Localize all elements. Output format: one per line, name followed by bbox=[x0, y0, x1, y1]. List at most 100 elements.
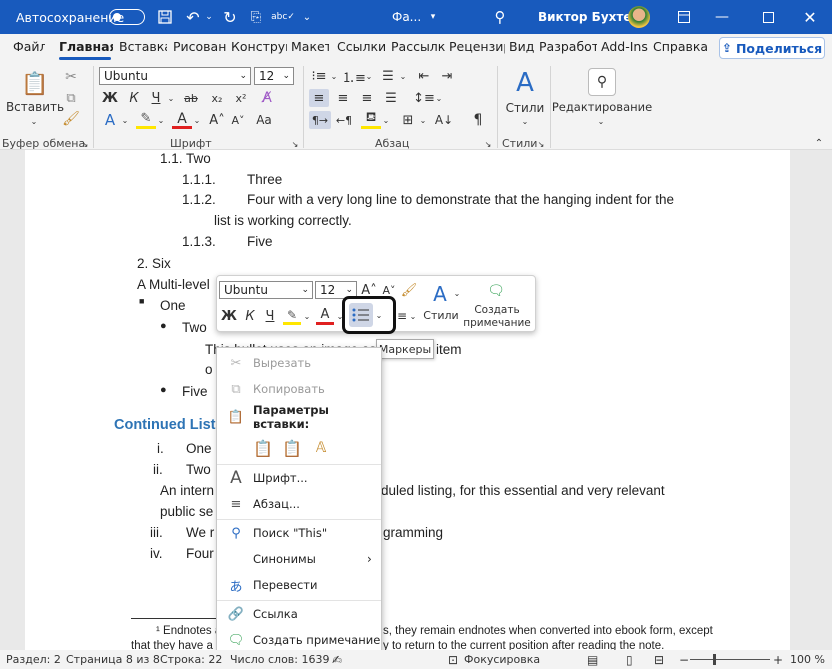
ltr-icon[interactable]: ¶→ bbox=[309, 111, 331, 129]
chevron-down-icon[interactable]: ⌄ bbox=[520, 116, 530, 126]
format-painter-brush-icon[interactable]: 🖌 bbox=[62, 110, 80, 128]
read-mode-icon[interactable]: ▤ bbox=[587, 653, 598, 667]
menu-search[interactable]: ⚲ Поиск "This" bbox=[217, 522, 381, 544]
text-effects-icon[interactable]: A bbox=[100, 111, 120, 129]
styles-launcher-icon[interactable]: ↘ bbox=[536, 139, 546, 149]
menu-paragraph[interactable]: ≡ Абзац... bbox=[217, 493, 381, 515]
mini-format-painter-icon[interactable]: 🖌 bbox=[400, 281, 418, 299]
increase-font-icon[interactable]: A˄ bbox=[208, 111, 226, 129]
align-right-icon[interactable]: ≡ bbox=[357, 89, 377, 107]
share-button[interactable]: ⇪ Поделиться bbox=[719, 37, 825, 59]
sort-icon[interactable]: A↓ bbox=[434, 111, 454, 129]
paste-merge-formatting-icon[interactable]: 📋 bbox=[280, 436, 304, 460]
font-size-combo[interactable]: 12 ⌄ bbox=[254, 67, 294, 85]
minimize-icon[interactable]: — bbox=[712, 0, 732, 34]
clear-formatting-icon[interactable]: A̸ bbox=[256, 89, 278, 107]
font-color-icon[interactable]: A bbox=[172, 111, 192, 129]
menu-cut[interactable]: ✂ Вырезать bbox=[217, 352, 381, 374]
maximize-icon[interactable] bbox=[758, 0, 778, 34]
subscript-button[interactable]: x₂ bbox=[206, 89, 228, 107]
paste-icon[interactable]: 📋 bbox=[18, 68, 52, 100]
tab-home[interactable]: Главная bbox=[57, 34, 113, 62]
chevron-down-icon[interactable]: ⌄ bbox=[418, 111, 428, 129]
tab-layout[interactable]: Макет bbox=[289, 34, 329, 62]
menu-font[interactable]: A Шрифт... bbox=[217, 467, 381, 489]
chevron-down-icon[interactable]: ⌄ bbox=[120, 111, 130, 129]
status-words[interactable]: Число слов: 1639 bbox=[230, 653, 329, 666]
superscript-button[interactable]: x² bbox=[230, 89, 252, 107]
document-page[interactable] bbox=[25, 150, 790, 650]
mini-underline-button[interactable]: Ч bbox=[261, 307, 279, 325]
underline-button[interactable]: Ч bbox=[146, 89, 166, 107]
autosave-toggle[interactable] bbox=[109, 9, 145, 25]
web-layout-icon[interactable]: ⊟ bbox=[654, 653, 664, 667]
status-line[interactable]: Строка: 22 bbox=[160, 653, 222, 666]
change-case-icon[interactable]: Aa bbox=[252, 111, 276, 129]
undo-dropdown-icon[interactable]: ⌄ bbox=[203, 0, 215, 34]
tab-draw[interactable]: Рисовани bbox=[171, 34, 227, 62]
decrease-font-icon[interactable]: A˅ bbox=[229, 111, 247, 129]
menu-synonyms[interactable]: Синонимы › bbox=[217, 548, 381, 570]
tab-insert[interactable]: Вставка bbox=[117, 34, 167, 62]
font-launcher-icon[interactable]: ↘ bbox=[290, 139, 300, 149]
justify-icon[interactable]: ☰ bbox=[381, 89, 401, 107]
tab-help[interactable]: Справка bbox=[651, 34, 707, 62]
tab-view[interactable]: Вид bbox=[507, 34, 535, 62]
new-comment-icon[interactable]: 🗨 bbox=[483, 281, 509, 301]
cut-icon[interactable]: ✂ bbox=[62, 68, 80, 86]
paste-keep-formatting-icon[interactable]: 📋 bbox=[251, 436, 275, 460]
chevron-down-icon[interactable]: ⌄ bbox=[434, 89, 444, 107]
chevron-down-icon[interactable]: ⌄ bbox=[192, 111, 202, 129]
tab-mailings[interactable]: Рассылки bbox=[389, 34, 445, 62]
font-name-combo[interactable]: Ubuntu ⌄ bbox=[99, 67, 251, 85]
clipboard-launcher-icon[interactable]: ↘ bbox=[80, 139, 90, 149]
numbering-icon[interactable]: ⒈≡ bbox=[342, 67, 366, 86]
chevron-down-icon[interactable]: ⌄ bbox=[156, 111, 166, 129]
mini-italic-button[interactable]: К bbox=[241, 307, 259, 325]
tab-addins[interactable]: Add-Ins bbox=[599, 34, 649, 62]
redo-icon[interactable]: ↻ bbox=[219, 0, 241, 34]
show-marks-icon[interactable]: ¶ bbox=[468, 111, 488, 129]
bold-button[interactable]: Ж bbox=[100, 89, 120, 107]
search-icon[interactable]: ⚲ bbox=[490, 0, 510, 34]
mini-styles-icon[interactable]: A bbox=[428, 282, 452, 306]
line-spacing-icon[interactable]: ↕≡ bbox=[413, 89, 435, 107]
tab-references[interactable]: Ссылки bbox=[335, 34, 385, 62]
mini-font-name-combo[interactable]: Ubuntu ⌄ bbox=[219, 281, 313, 299]
strikethrough-button[interactable]: ab bbox=[180, 89, 202, 107]
proofing-icon[interactable]: ✍ bbox=[332, 653, 342, 667]
paste-text-only-icon[interactable]: 𝔸 bbox=[309, 436, 333, 460]
bullets-icon[interactable]: ⁝≡ bbox=[309, 67, 329, 85]
status-zoom[interactable]: 100 % bbox=[790, 653, 825, 666]
paste-button-label[interactable]: Вставить bbox=[6, 99, 64, 115]
tab-developer[interactable]: Разработ bbox=[537, 34, 597, 62]
status-page[interactable]: Страница 8 из 8 bbox=[66, 653, 160, 666]
status-focus[interactable]: Фокусировка bbox=[464, 653, 540, 666]
borders-icon[interactable]: ⊞ bbox=[398, 111, 418, 129]
print-layout-icon[interactable]: ▯ bbox=[626, 653, 633, 667]
chevron-down-icon[interactable]: ⌄ bbox=[364, 67, 374, 85]
status-section[interactable]: Раздел: 2 bbox=[6, 653, 61, 666]
editing-button-label[interactable]: Редактирование bbox=[552, 99, 652, 115]
styles-button-label[interactable]: Стили bbox=[503, 100, 547, 116]
highlight-icon[interactable]: ✎ bbox=[136, 111, 156, 129]
avatar[interactable] bbox=[628, 6, 650, 28]
undo-icon[interactable]: ↶ bbox=[184, 0, 202, 34]
close-icon[interactable]: ✕ bbox=[800, 0, 820, 34]
align-center-icon[interactable]: ≡ bbox=[333, 89, 353, 107]
new-comment-label-1[interactable]: Создать bbox=[462, 303, 532, 316]
chevron-down-icon[interactable]: ⌄ bbox=[596, 116, 606, 126]
chevron-down-icon[interactable]: ⌄ bbox=[302, 307, 312, 325]
mini-styles-label[interactable]: Стили bbox=[421, 308, 461, 322]
multilevel-list-icon[interactable]: ☰ bbox=[378, 67, 398, 85]
new-comment-label-2[interactable]: примечание bbox=[462, 316, 532, 329]
styles-icon[interactable]: A bbox=[508, 66, 542, 100]
underline-dropdown-icon[interactable]: ⌄ bbox=[166, 89, 176, 107]
ribbon-display-icon[interactable] bbox=[674, 0, 694, 34]
editing-search-icon[interactable]: ⚲ bbox=[588, 68, 616, 96]
menu-link[interactable]: 🔗 Ссылка bbox=[217, 603, 381, 625]
chevron-down-icon[interactable]: ⌄ bbox=[452, 287, 462, 299]
tab-review[interactable]: Рецензир bbox=[447, 34, 505, 62]
zoom-in-icon[interactable]: + bbox=[773, 653, 783, 667]
document-title[interactable]: Фа... bbox=[392, 0, 421, 34]
